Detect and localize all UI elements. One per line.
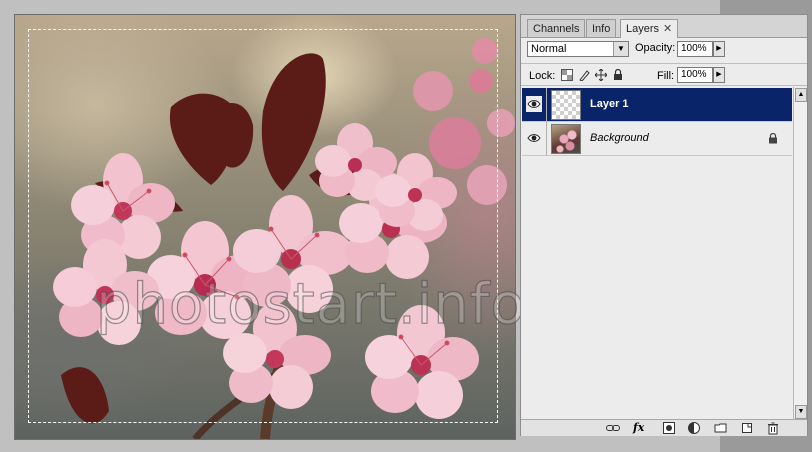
blend-opacity-row: Normal ▼ Opacity: 100% ▶	[527, 41, 803, 59]
layer-row-background[interactable]: Background	[522, 122, 792, 156]
scroll-up-icon[interactable]: ▲	[795, 88, 807, 102]
tab-layers[interactable]: Layers ✕	[620, 19, 679, 38]
layer-list-scrollbar[interactable]: ▲ ▼	[793, 87, 807, 421]
blend-mode-value: Normal	[531, 43, 567, 55]
layers-panel: Channels Info Layers ✕ Normal ▼ Opacity: …	[520, 14, 808, 436]
layer-mask-icon[interactable]	[661, 421, 677, 435]
lock-transparent-pixels-icon[interactable]	[561, 69, 573, 81]
new-group-icon[interactable]	[713, 421, 729, 435]
new-layer-icon[interactable]	[739, 421, 755, 435]
chevron-down-icon[interactable]: ▼	[613, 42, 628, 56]
layer-thumbnail	[551, 90, 581, 120]
eye-visibility-icon[interactable]	[526, 96, 542, 112]
tab-info[interactable]: Info	[586, 19, 617, 37]
fill-slider-arrow-icon[interactable]: ▶	[713, 67, 725, 83]
padlock-icon	[769, 133, 777, 144]
fill-input[interactable]: 100%	[677, 67, 713, 83]
eye-visibility-icon[interactable]	[526, 130, 542, 146]
layer-name[interactable]: Layer 1	[590, 98, 629, 110]
panel-tab-bar: Channels Info Layers ✕	[521, 15, 807, 38]
divider	[521, 63, 807, 64]
panel-bottom-toolbar: fx	[521, 419, 807, 436]
selection-marquee	[28, 29, 498, 423]
tab-label: Layers	[626, 23, 660, 35]
lock-all-icon[interactable]	[612, 69, 624, 81]
divider	[546, 122, 547, 156]
fx-icon[interactable]: fx	[633, 421, 649, 435]
opacity-input[interactable]: 100%	[677, 41, 713, 57]
opacity-label: Opacity:	[635, 42, 676, 54]
blend-mode-select[interactable]: Normal ▼	[527, 41, 629, 57]
tab-label: Info	[592, 23, 611, 35]
lock-position-icon[interactable]	[595, 69, 607, 81]
link-layers-icon[interactable]	[605, 421, 621, 435]
lock-label: Lock:	[529, 70, 556, 82]
adjustment-layer-icon[interactable]	[687, 421, 703, 435]
layer-name[interactable]: Background	[590, 132, 649, 144]
lock-image-pixels-icon[interactable]	[578, 69, 590, 81]
layer-thumbnail	[551, 124, 581, 154]
close-icon[interactable]: ✕	[663, 23, 672, 35]
delete-layer-icon[interactable]	[765, 421, 781, 435]
tab-label: Channels	[533, 23, 580, 35]
fill-label: Fill:	[657, 70, 675, 82]
document-canvas[interactable]	[14, 14, 516, 440]
divider	[546, 88, 547, 122]
opacity-slider-arrow-icon[interactable]: ▶	[713, 41, 725, 57]
layer-row-layer-1[interactable]: Layer 1	[522, 88, 792, 122]
tab-channels[interactable]: Channels	[527, 19, 586, 37]
scroll-down-icon[interactable]: ▼	[795, 405, 807, 419]
layer-list: Layer 1 Background	[522, 86, 792, 420]
